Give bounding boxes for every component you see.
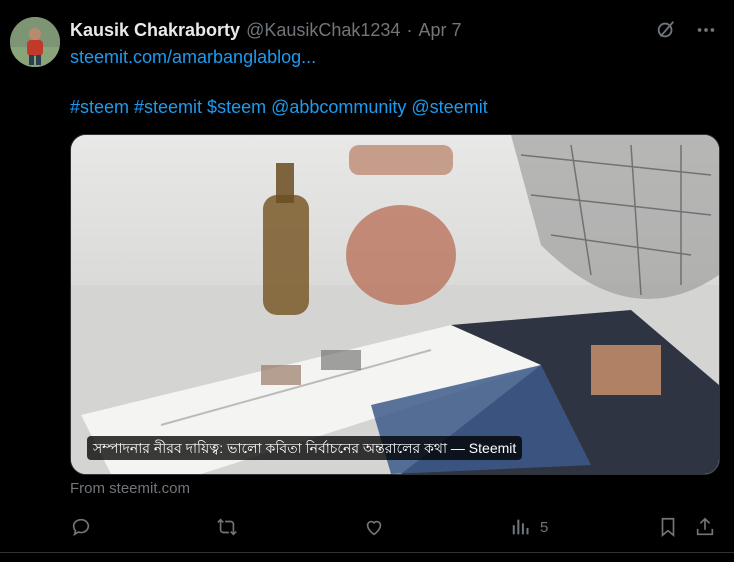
author-name[interactable]: Kausik Chakraborty (70, 20, 240, 41)
share-icon (696, 517, 714, 536)
like-icon (366, 520, 382, 536)
card-title[interactable]: সম্পাদনার নীরব দায়িত্ব: ভালো কবিতা নির্… (87, 436, 523, 460)
avatar[interactable] (10, 17, 60, 67)
link-card[interactable]: সম্পাদনার নীরব দায়িত্ব: ভালো কবিতা নির্… (70, 134, 720, 475)
hashtags-line[interactable]: #steem #steemit $steem @abbcommunity @st… (70, 96, 488, 118)
tweet[interactable]: Kausik Chakraborty @KausikChak1234 · Apr… (0, 0, 734, 562)
divider (0, 552, 734, 553)
bookmark-icon (661, 517, 675, 538)
top-actions (654, 18, 718, 42)
reply-button[interactable] (70, 514, 92, 540)
more-icon[interactable] (694, 18, 718, 42)
views-count: 5 (540, 518, 549, 536)
action-bar: 5 (70, 514, 720, 540)
card-image (71, 135, 719, 474)
share-button[interactable] (694, 514, 716, 540)
repost-icon (217, 518, 237, 536)
repost-button[interactable] (216, 514, 238, 540)
bookmark-button[interactable] (657, 514, 679, 540)
views-icon (512, 519, 529, 535)
separator-dot: · (406, 19, 413, 40)
author-handle[interactable]: @KausikChak1234 (246, 20, 400, 41)
tweet-header: Kausik Chakraborty @KausikChak1234 · Apr… (70, 18, 461, 42)
post-link[interactable]: steemit.com/amarbanglablog... (70, 46, 316, 68)
card-source[interactable]: From steemit.com (70, 480, 190, 497)
reply-icon (72, 518, 90, 537)
post-date[interactable]: Apr 7 (418, 20, 461, 41)
grok-icon[interactable] (654, 18, 678, 42)
views-button[interactable]: 5 (510, 514, 548, 540)
like-button[interactable] (363, 514, 385, 540)
